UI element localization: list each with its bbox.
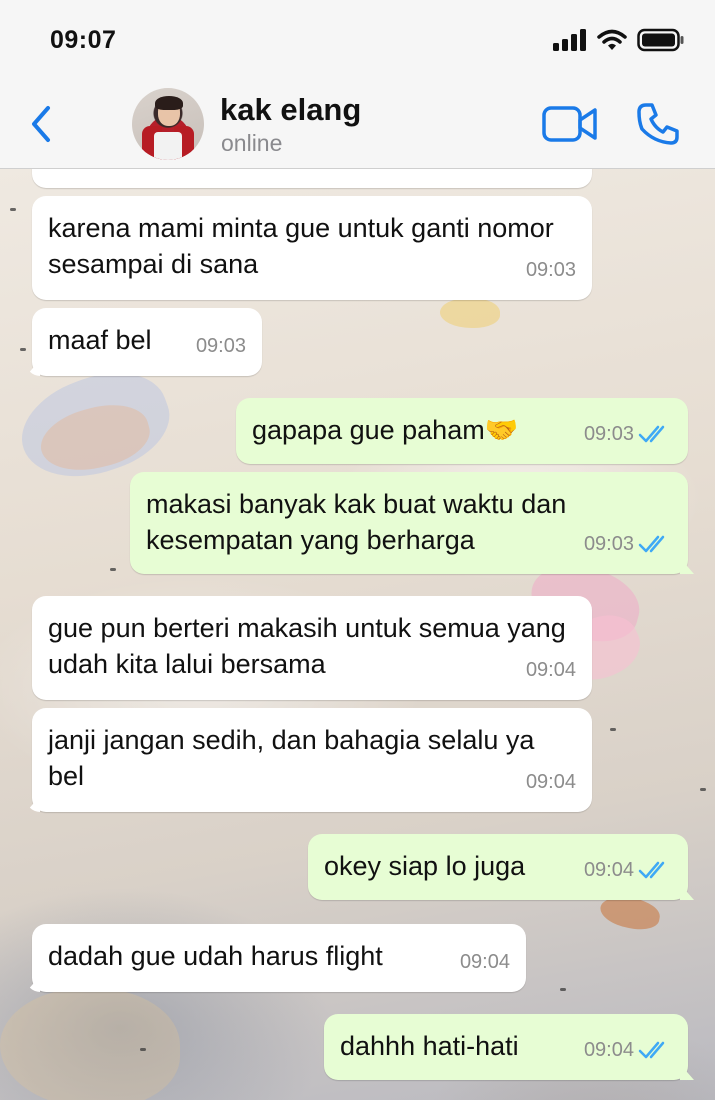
glow-decoration — [0, 988, 180, 1100]
speck-decoration — [20, 348, 26, 351]
message-bubble-incoming[interactable]: karena mami minta gue untuk ganti nomor … — [32, 196, 592, 300]
message-time: 09:04 — [525, 659, 576, 681]
message-time: 09:03 — [525, 259, 576, 281]
cellular-signal-icon — [553, 29, 586, 51]
chevron-left-icon[interactable] — [26, 102, 56, 146]
message-bubble-incoming[interactable]: janji jangan sedih, dan bahagia selalu y… — [26, 708, 592, 812]
message-bubble-incoming[interactable]: gue pun berteri makasih untuk semua yang… — [32, 596, 592, 700]
status-time: 09:07 — [50, 26, 117, 54]
message-bubble-outgoing[interactable]: okey siap lo juga 09:04 — [308, 834, 694, 900]
message-bubble-outgoing[interactable]: dahhh hati-hati 09:04 — [324, 1014, 694, 1080]
message-text: karena mami minta gue untuk ganti nomor … — [48, 213, 554, 279]
battery-icon — [637, 28, 684, 52]
speck-decoration — [700, 788, 706, 791]
message-meta: 09:04 — [584, 1032, 672, 1068]
speck-decoration — [140, 1048, 146, 1051]
message-time: 09:04 — [459, 951, 510, 973]
wifi-icon — [597, 29, 627, 50]
speck-decoration — [560, 988, 566, 991]
message-time: 09:03 — [195, 335, 246, 357]
message-meta: 09:04 — [584, 852, 672, 888]
status-bar: 09:07 — [0, 0, 715, 80]
message-time: 09:04 — [583, 1039, 634, 1061]
butterfly-wing-decoration — [440, 298, 500, 328]
chat-header: kak elang online — [0, 80, 715, 169]
double-check-icon — [638, 1041, 665, 1059]
avatar[interactable] — [132, 88, 204, 160]
message-time: 09:03 — [583, 533, 634, 555]
message-bubble-outgoing[interactable]: gapapa gue paham🤝 09:03 — [236, 398, 688, 464]
message-time: 09:04 — [583, 859, 634, 881]
speck-decoration — [610, 728, 616, 731]
message-text: gue pun berteri makasih untuk semua yang… — [48, 613, 566, 679]
speck-decoration — [10, 208, 16, 211]
double-check-icon — [638, 425, 665, 443]
status-icons — [553, 28, 685, 52]
speck-decoration — [110, 568, 116, 571]
message-meta: 09:03 — [584, 416, 672, 452]
message-time: 09:03 — [583, 423, 634, 445]
message-text: dadah gue udah harus flight — [48, 941, 383, 971]
message-meta: 09:03 — [584, 526, 672, 562]
phone-icon[interactable] — [636, 102, 680, 146]
double-check-icon — [638, 861, 665, 879]
message-bubble-incoming[interactable]: maaf bel 09:03 — [26, 308, 262, 376]
message-time: 09:04 — [525, 771, 576, 793]
video-camera-icon[interactable] — [542, 104, 598, 144]
message-text: janji jangan sedih, dan bahagia selalu y… — [48, 725, 535, 791]
message-bubble-incoming[interactable]: dadah gue udah harus flight 09:04 — [26, 924, 526, 992]
double-check-icon — [638, 535, 665, 553]
message-bubble-outgoing[interactable]: makasi banyak kak buat waktu dan kesempa… — [130, 472, 694, 574]
contact-status: online — [221, 130, 283, 156]
contact-name[interactable]: kak elang — [220, 92, 361, 128]
